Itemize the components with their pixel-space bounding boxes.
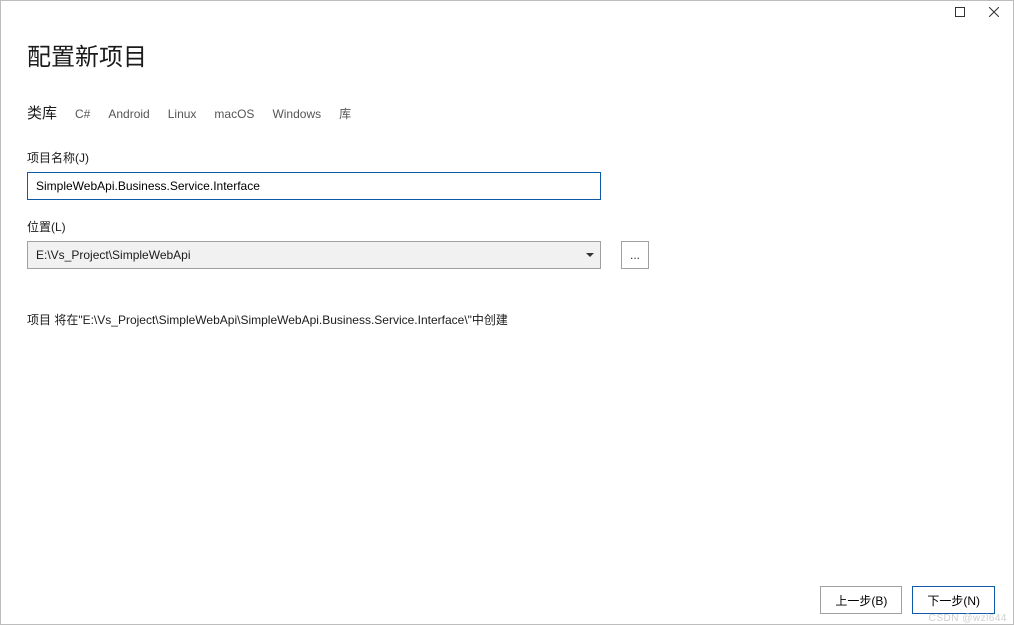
template-row: 类库 C# Android Linux macOS Windows 库 <box>27 102 987 123</box>
footer: 上一步(B) 下一步(N) <box>820 586 995 614</box>
template-tag: macOS <box>214 107 254 121</box>
page-title: 配置新项目 <box>27 37 987 72</box>
location-value: E:\Vs_Project\SimpleWebApi <box>36 248 191 262</box>
chevron-down-icon <box>586 253 594 257</box>
template-tag: Android <box>108 107 149 121</box>
maximize-button[interactable] <box>943 1 977 23</box>
dialog-window: 配置新项目 类库 C# Android Linux macOS Windows … <box>0 0 1014 625</box>
template-tag: Windows <box>272 107 321 121</box>
info-text: 项目 将在"E:\Vs_Project\SimpleWebApi\SimpleW… <box>27 311 987 328</box>
location-label: 位置(L) <box>27 218 987 235</box>
browse-button[interactable]: ... <box>621 241 649 269</box>
content-area: 配置新项目 类库 C# Android Linux macOS Windows … <box>1 29 1013 624</box>
titlebar <box>1 1 1013 29</box>
close-button[interactable] <box>977 1 1011 23</box>
next-button[interactable]: 下一步(N) <box>912 586 995 614</box>
template-name: 类库 <box>27 102 57 123</box>
project-name-input[interactable] <box>27 172 601 200</box>
back-button[interactable]: 上一步(B) <box>820 586 902 614</box>
template-tag: Linux <box>168 107 197 121</box>
project-name-label: 项目名称(J) <box>27 149 987 166</box>
location-select[interactable]: E:\Vs_Project\SimpleWebApi <box>27 241 601 269</box>
template-tag: C# <box>75 107 90 121</box>
template-tag: 库 <box>339 105 351 122</box>
